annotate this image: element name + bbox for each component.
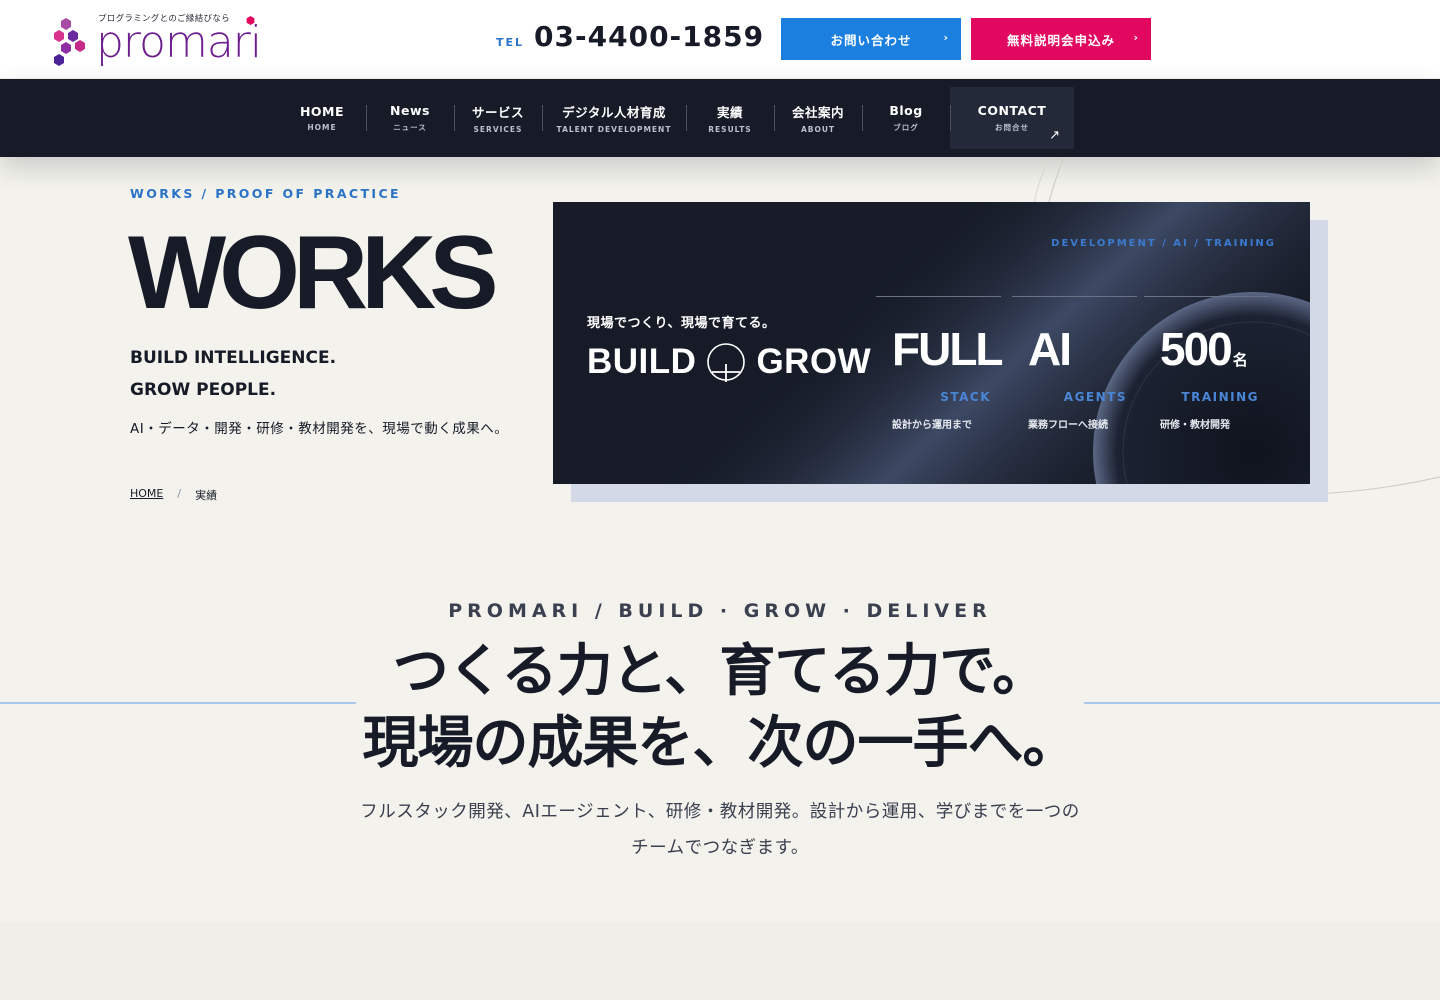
nav-label: Blog bbox=[889, 103, 923, 118]
nav-sublabel: ニュース bbox=[393, 123, 427, 132]
hero-card: DEVELOPMENT / AI / TRAINING 現場でつくり、現場で育て… bbox=[553, 202, 1310, 484]
hero-description: AI・データ・開発・研修・教材開発を、現場で動く成果へ。 bbox=[130, 421, 509, 437]
hero-tagline-line: BUILD INTELLIGENCE. bbox=[130, 348, 337, 368]
page-title: WORKS bbox=[128, 215, 499, 331]
nav-sublabel: ABOUT bbox=[800, 125, 836, 134]
arrow-up-right-icon: ↗ bbox=[1049, 128, 1060, 143]
nav-sublabel: お問合せ bbox=[995, 123, 1029, 132]
nav-label: HOME bbox=[299, 104, 345, 119]
hero-tagline-line: GROW PEOPLE. bbox=[130, 380, 277, 400]
logo-accent-icon bbox=[246, 16, 255, 25]
stat-value: AI bbox=[1028, 322, 1072, 376]
nav-item-about[interactable]: 会社案内 ABOUT bbox=[774, 87, 862, 149]
nav-item-contact[interactable]: CONTACT お問合せ ↗ bbox=[950, 87, 1074, 149]
build-word: BUILD bbox=[587, 342, 697, 381]
next-section-band bbox=[0, 922, 1440, 1000]
nav-item-blog[interactable]: Blog ブログ bbox=[862, 87, 950, 149]
chevron-right-icon: › bbox=[943, 31, 949, 44]
nav-sublabel: HOME bbox=[307, 123, 337, 132]
plus-circle-icon bbox=[707, 343, 746, 382]
stat-label: TRAINING bbox=[1181, 390, 1259, 404]
stat-label: AGENTS bbox=[1063, 390, 1127, 404]
stat-number: AI bbox=[1028, 323, 1072, 375]
seminar-apply-button[interactable]: 無料説明会申込み › bbox=[971, 18, 1151, 60]
intro-body-line: フルスタック開発、AIエージェント、研修・教材開発。設計から運用、学びまでを一つ… bbox=[360, 802, 1080, 822]
intro-eyebrow: PROMARI / BUILD · GROW · DELIVER bbox=[448, 600, 992, 622]
breadcrumb: HOME / 実績 bbox=[130, 487, 217, 503]
nav-item-talent-development[interactable]: デジタル人材育成 TALENT DEVELOPMENT bbox=[542, 87, 686, 149]
stat-divider bbox=[876, 296, 1001, 297]
main-navigation: HOME HOME News ニュース サービス SERVICES デジタル人材… bbox=[0, 79, 1440, 157]
tel-label: TEL bbox=[496, 36, 525, 49]
stat-value: 500 名 bbox=[1160, 322, 1248, 376]
nav-label: サービス bbox=[471, 105, 524, 120]
tel-number[interactable]: 03-4400-1859 bbox=[534, 20, 764, 53]
intro-body-line: チームでつなぎます。 bbox=[631, 838, 809, 858]
grow-word: GROW bbox=[756, 342, 872, 381]
stat-number: FULL bbox=[892, 323, 1004, 375]
hexagon-cluster-icon bbox=[54, 18, 85, 66]
breadcrumb-current: 実績 bbox=[195, 489, 218, 502]
card-tag: DEVELOPMENT / AI / TRAINING bbox=[1051, 238, 1276, 249]
hero-eyebrow: WORKS / PROOF OF PRACTICE bbox=[130, 186, 401, 201]
stat-number: 500 bbox=[1160, 323, 1233, 375]
chevron-right-icon: › bbox=[1133, 31, 1139, 44]
nav-label: CONTACT bbox=[977, 103, 1047, 118]
phone-contact[interactable]: TEL 03-4400-1859 bbox=[496, 20, 764, 53]
nav-label: デジタル人材育成 bbox=[562, 105, 666, 120]
stat-value: FULL bbox=[892, 322, 1004, 376]
seminar-button-label: 無料説明会申込み bbox=[1006, 32, 1115, 48]
contact-button-label: お問い合わせ bbox=[830, 32, 912, 48]
intro-heading: つくる力と、育てる力で。 現場の成果を、次の一手へ。 bbox=[0, 636, 1440, 780]
nav-sublabel: RESULTS bbox=[708, 125, 752, 134]
site-header: プログラミングとのご縁結びなら promari TEL 03-4400-1859… bbox=[0, 0, 1440, 78]
contact-button[interactable]: お問い合わせ › bbox=[781, 18, 961, 60]
logo-wordmark: promari bbox=[96, 17, 262, 68]
nav-sublabel: ブログ bbox=[893, 123, 919, 132]
nav-item-home[interactable]: HOME HOME bbox=[278, 87, 366, 149]
stat-divider bbox=[1012, 296, 1137, 297]
nav-label: 会社案内 bbox=[791, 105, 844, 120]
intro-body: フルスタック開発、AIエージェント、研修・教材開発。設計から運用、学びまでを一つ… bbox=[320, 794, 1120, 866]
stat-unit: 名 bbox=[1232, 351, 1248, 369]
nav-label: 実績 bbox=[716, 105, 743, 120]
hero-tagline: BUILD INTELLIGENCE. GROW PEOPLE. bbox=[130, 342, 336, 406]
nav-label: News bbox=[390, 103, 430, 118]
stat-divider bbox=[1144, 296, 1269, 297]
stat-description: 研修・教材開発 bbox=[1160, 420, 1230, 431]
nav-item-news[interactable]: News ニュース bbox=[366, 87, 454, 149]
breadcrumb-home-link[interactable]: HOME bbox=[130, 487, 163, 503]
nav-list: HOME HOME News ニュース サービス SERVICES デジタル人材… bbox=[278, 87, 1074, 149]
nav-item-results[interactable]: 実績 RESULTS bbox=[686, 87, 774, 149]
stat-description: 設計から運用まで bbox=[892, 420, 972, 431]
breadcrumb-separator: / bbox=[177, 487, 182, 500]
stat-label: STACK bbox=[940, 390, 991, 404]
nav-sublabel: TALENT DEVELOPMENT bbox=[556, 125, 672, 134]
stat-description: 業務フローへ接続 bbox=[1028, 420, 1108, 431]
card-jp-line: 現場でつくり、現場で育てる。 bbox=[587, 316, 776, 331]
intro-heading-line: つくる力と、育てる力で。 bbox=[392, 639, 1048, 704]
build-grow-lockup: BUILD GROW bbox=[587, 342, 871, 382]
nav-sublabel: SERVICES bbox=[473, 125, 523, 134]
site-logo[interactable]: プログラミングとのご縁結びなら promari bbox=[54, 12, 264, 68]
intro-heading-line: 現場の成果を、次の一手へ。 bbox=[362, 711, 1079, 776]
nav-item-services[interactable]: サービス SERVICES bbox=[454, 87, 542, 149]
